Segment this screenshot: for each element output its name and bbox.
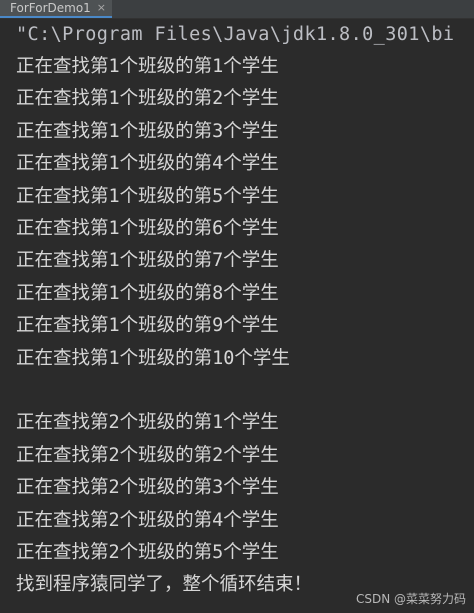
console-line: 正在查找第2个班级的第1个学生 [16, 412, 279, 433]
console-command-line: "C:\Program Files\Java\jdk1.8.0_301\bi [16, 24, 455, 45]
console-line: 正在查找第2个班级的第3个学生 [16, 477, 279, 498]
console-line: 正在查找第1个班级的第3个学生 [16, 121, 279, 142]
console-line: 正在查找第1个班级的第10个学生 [16, 348, 290, 369]
console-line: 正在查找第1个班级的第1个学生 [16, 56, 279, 77]
console-line: 正在查找第1个班级的第9个学生 [16, 315, 279, 336]
close-icon[interactable]: × [97, 0, 106, 17]
console-line: 正在查找第2个班级的第5个学生 [16, 542, 279, 563]
run-tab-label: ForForDemo1 [10, 1, 91, 15]
run-tab-bar: ForForDemo1 × [0, 0, 474, 19]
console-line: 正在查找第2个班级的第2个学生 [16, 445, 279, 466]
console-output[interactable]: "C:\Program Files\Java\jdk1.8.0_301\bi 正… [0, 19, 474, 613]
csdn-watermark: CSDN @菜菜努力码 [355, 592, 466, 606]
console-line: 找到程序猿同学了，整个循环结束！ [16, 574, 313, 595]
console-line: 正在查找第1个班级的第2个学生 [16, 88, 279, 109]
console-line: 正在查找第1个班级的第4个学生 [16, 153, 279, 174]
console-line: 正在查找第2个班级的第4个学生 [16, 510, 279, 531]
console-line: 正在查找第1个班级的第7个学生 [16, 250, 279, 271]
console-line: 正在查找第1个班级的第8个学生 [16, 283, 279, 304]
run-console-window: ForForDemo1 × "C:\Program Files\Java\jdk… [0, 0, 474, 613]
console-line: 正在查找第1个班级的第5个学生 [16, 186, 279, 207]
console-line: 正在查找第1个班级的第6个学生 [16, 218, 279, 239]
run-tab[interactable]: ForForDemo1 × [0, 0, 113, 18]
